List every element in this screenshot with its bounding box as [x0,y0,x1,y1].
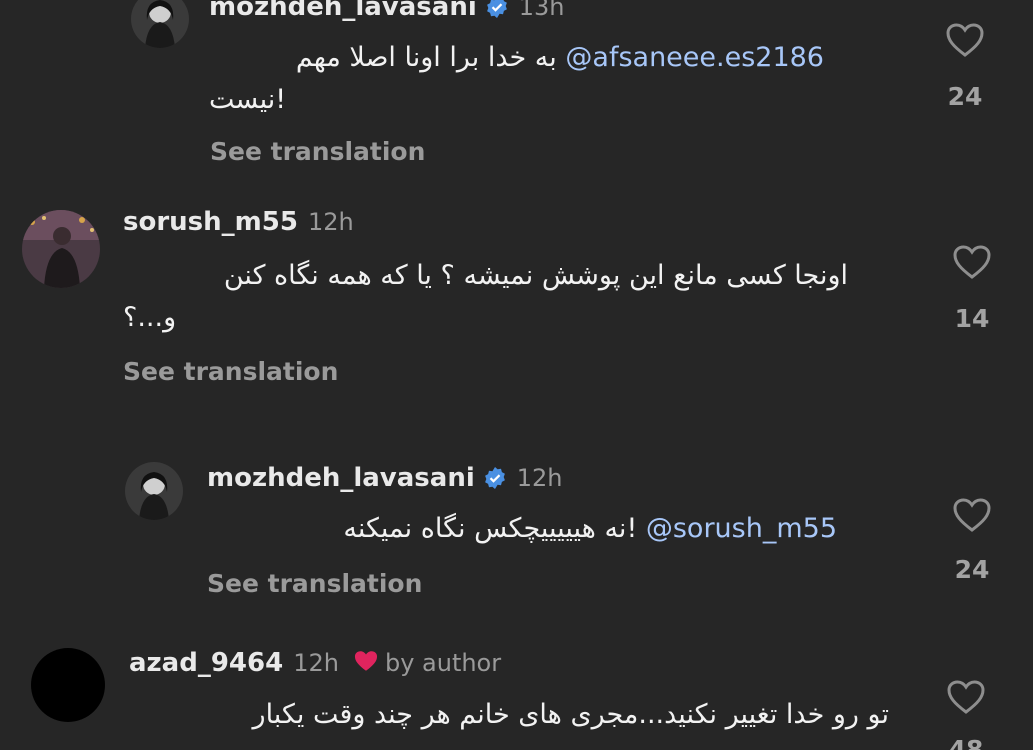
avatar[interactable] [125,462,183,520]
comment-text-line2: و...؟ [123,302,177,333]
like-button[interactable] [942,22,988,58]
comment-text-line2: نیست! [209,84,287,115]
timestamp: 13h [518,0,565,21]
username[interactable]: mozhdeh_lavasani [207,463,475,493]
like-button[interactable] [943,679,989,715]
comment-text: تو رو خدا تغییر نکنید...مجری های خانم هر… [129,694,889,736]
like-count: 24 [954,555,990,584]
comments-screen: mozhdeh_lavasani 13h به خدا برا اونا اصل… [0,0,1033,750]
see-translation-button[interactable]: See translation [207,569,422,598]
like-button[interactable] [949,497,995,533]
username[interactable]: sorush_m55 [123,207,298,237]
like-count: 14 [954,304,990,333]
comment-text-line1: به خدا برا اونا اصلا مهم [295,42,557,73]
comment-text-line1: نه هیییییچکس نگاه نمیکنه! [343,513,638,544]
heart-filled-icon [353,649,379,677]
heart-outline-icon [953,245,991,279]
see-translation-button[interactable]: See translation [123,357,338,386]
comment-text: نه هیییییچکس نگاه نمیکنه! @sorush_m55 [207,508,837,550]
mention-link[interactable]: @sorush_m55 [646,513,837,544]
verified-badge-icon [483,466,507,490]
liked-by-author-label: by author [384,649,502,677]
heart-outline-icon [946,23,984,57]
comment-text: اونجا کسی مانع این پوشش نمیشه ؟ یا که هم… [123,255,848,339]
comment-text-line1: تو رو خدا تغییر نکنید...مجری های خانم هر… [252,699,889,730]
mention-link[interactable]: @afsaneee.es2186 [565,42,824,73]
heart-outline-icon [947,680,985,714]
like-count: 24 [947,82,983,111]
timestamp: 12h [516,464,563,492]
avatar[interactable] [22,210,100,288]
timestamp: 12h [293,649,339,677]
username[interactable]: azad_9464 [129,648,283,678]
heart-outline-icon [953,498,991,532]
avatar[interactable] [31,648,105,722]
comment-text: به خدا برا اونا اصلا مهم @afsaneee.es218… [209,37,824,121]
comment-text-line1: اونجا کسی مانع این پوشش نمیشه ؟ یا که هم… [223,260,848,291]
username[interactable]: mozhdeh_lavasani [209,0,477,22]
timestamp: 12h [307,208,354,236]
see-translation-button[interactable]: See translation [210,137,425,166]
like-button[interactable] [949,244,995,280]
verified-badge-icon [485,0,509,19]
like-count: 48 [948,735,984,750]
avatar[interactable] [131,0,189,48]
